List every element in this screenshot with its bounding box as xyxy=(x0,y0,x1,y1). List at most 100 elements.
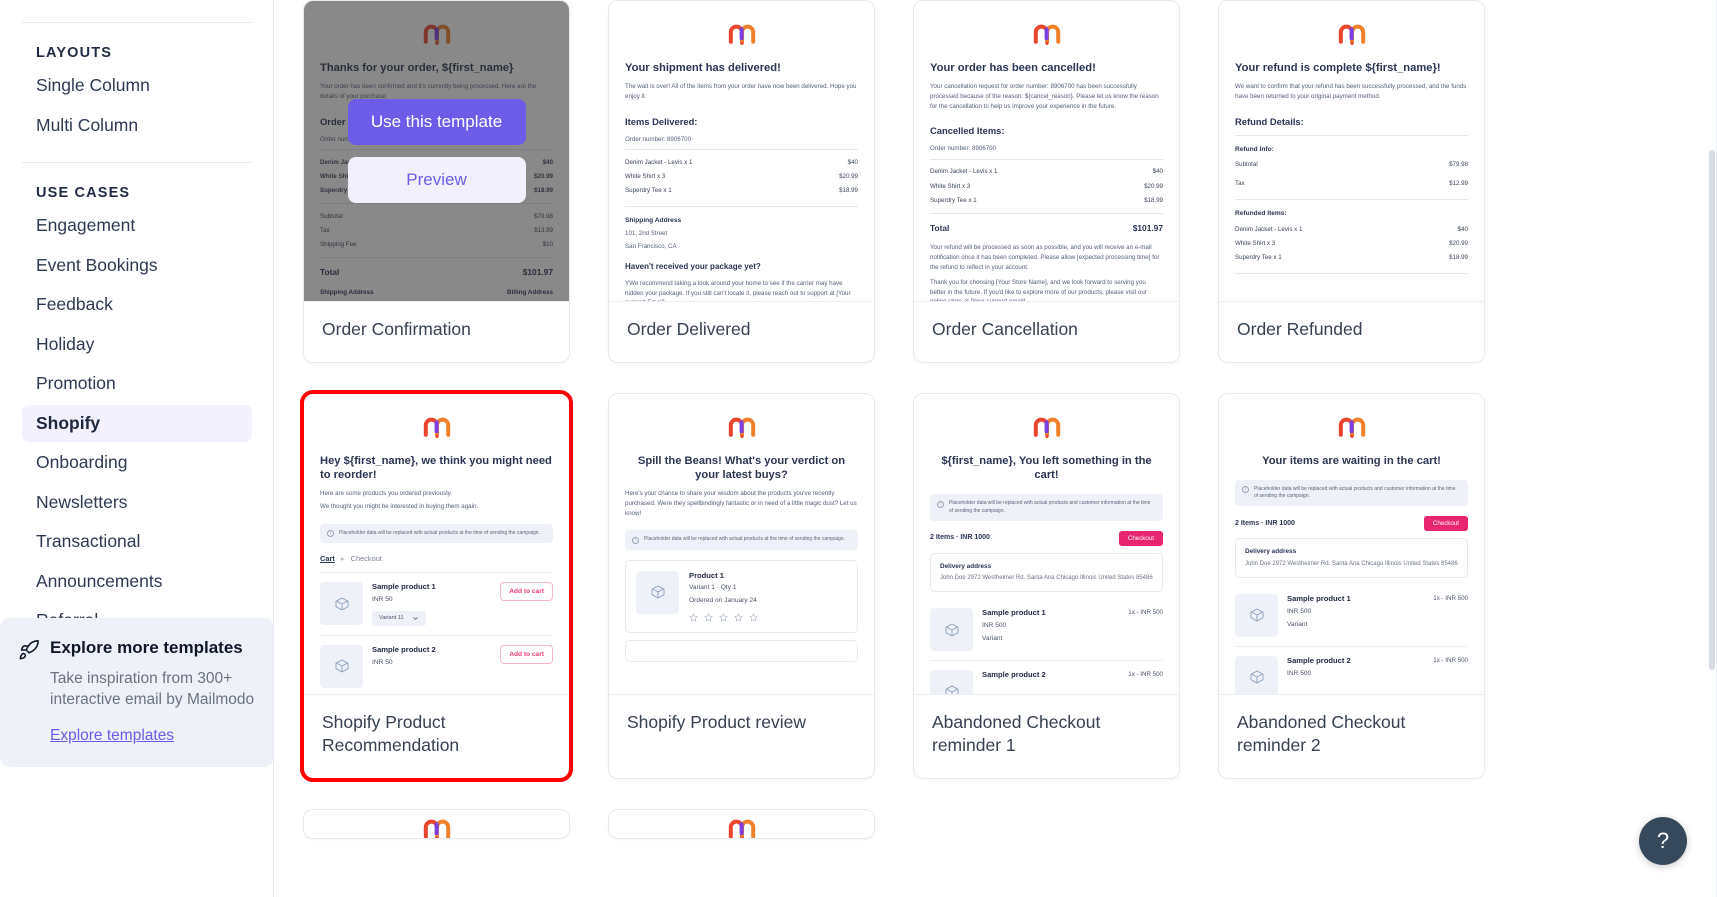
sidebar-item-newsletters[interactable]: Newsletters xyxy=(22,484,252,522)
total-value: $12.99 xyxy=(1449,180,1468,188)
template-hover-overlay: Use this template Preview xyxy=(304,1,569,301)
template-card-order-cancellation[interactable]: Your order has been cancelled! Your canc… xyxy=(913,0,1180,363)
star-icon[interactable] xyxy=(749,613,758,622)
breadcrumb-checkout[interactable]: Checkout xyxy=(351,554,382,563)
item-name: Superdry Tee x 1 xyxy=(930,196,977,204)
template-card-title: Order Cancellation xyxy=(914,301,1179,362)
email-preview: ${first_name}, You left something in the… xyxy=(914,394,1179,694)
vertical-scrollbar[interactable] xyxy=(1709,150,1715,670)
sidebar-item-event-bookings[interactable]: Event Bookings xyxy=(22,247,252,285)
product-image-placeholder xyxy=(930,670,973,694)
product-info: Sample product 2 xyxy=(982,670,1119,680)
item-name: Superdry Tee x 1 xyxy=(625,187,672,195)
sidebar-item-onboarding[interactable]: Onboarding xyxy=(22,444,252,482)
email-body: We want to confirm that your refund has … xyxy=(1235,83,1467,100)
grand-total-label: Total xyxy=(930,222,950,233)
cart-summary-row: 2 Items · INR 1000 Checkout xyxy=(930,530,1163,546)
product-price: INR 500 xyxy=(1287,670,1312,678)
sidebar-divider-1 xyxy=(22,22,252,23)
email-grand-total: Total $101.97 xyxy=(930,219,1163,238)
divider xyxy=(1235,199,1468,201)
template-card-order-refunded[interactable]: Your refund is complete ${first_name}! W… xyxy=(1218,0,1485,363)
shipping-line-1: 101, 2nd Street xyxy=(625,230,668,238)
product-qty-price: 1x - INR 500 xyxy=(1433,594,1468,602)
template-card-partial-2[interactable] xyxy=(608,808,875,839)
variant-dropdown[interactable]: Variant 11 xyxy=(372,611,426,626)
grand-total-value: $101.97 xyxy=(1132,222,1163,233)
template-card-shopify-product-review[interactable]: Spill the Beans! What's your verdict on … xyxy=(608,392,875,779)
sidebar-item-promotion[interactable]: Promotion xyxy=(22,365,252,403)
product-row: Sample product 1 INR 500 Variant 1x - IN… xyxy=(930,599,1163,660)
template-card-order-confirmation[interactable]: Thanks for your order, ${first_name} You… xyxy=(303,0,570,363)
use-this-template-button[interactable]: Use this template xyxy=(347,99,526,145)
sidebar-item-announcements[interactable]: Announcements xyxy=(22,563,252,601)
product-qty-price: 1x - INR 500 xyxy=(1128,609,1163,617)
email-heading: Hey ${first_name}, we think you might ne… xyxy=(320,454,552,481)
explore-title: Explore more templates xyxy=(50,638,243,658)
add-to-cart-button[interactable]: Add to cart xyxy=(500,582,553,602)
breadcrumb-cart[interactable]: Cart xyxy=(320,554,335,563)
divider xyxy=(1235,134,1468,136)
email-preview: Your order has been cancelled! Your canc… xyxy=(914,1,1179,301)
package-icon xyxy=(1250,608,1263,622)
placeholder-note-text: Placeholder data will be replaced with a… xyxy=(1254,485,1456,500)
email-item-row: Denim Jacket - Levis x 1 $40 xyxy=(930,165,1163,179)
email-footer: Your refund will be processed as soon as… xyxy=(930,244,1160,271)
sidebar-item-shopify[interactable]: Shopify xyxy=(22,404,252,442)
template-card-abandoned-checkout-reminder-2[interactable]: Your items are waiting in the cart! i Pl… xyxy=(1218,392,1485,779)
template-card-partial-1[interactable] xyxy=(303,808,570,839)
mailmodo-logo-icon xyxy=(728,417,755,438)
preview-button[interactable]: Preview xyxy=(347,157,526,203)
template-card-shopify-product-recommendation[interactable]: Hey ${first_name}, we think you might ne… xyxy=(300,389,573,782)
review-product-box: Product 1 Variant 1 · Qty 1 Ordered on J… xyxy=(625,559,858,633)
shipping-address-title: Shipping Address xyxy=(625,217,682,225)
sidebar-item-holiday[interactable]: Holiday xyxy=(22,326,252,364)
star-icon[interactable] xyxy=(689,613,698,622)
sidebar-item-multi-column[interactable]: Multi Column xyxy=(22,107,252,145)
sidebar-item-engagement[interactable]: Engagement xyxy=(22,207,252,245)
star-icon[interactable] xyxy=(704,613,713,622)
item-name: White Shirt x 3 xyxy=(625,173,666,181)
sidebar-item-feedback[interactable]: Feedback xyxy=(22,286,252,324)
mailmodo-logo-icon xyxy=(423,417,450,438)
product-row: Sample product 1 INR 500 Variant 1x - IN… xyxy=(1235,585,1468,646)
info-icon: i xyxy=(327,530,334,537)
email-item-row: Denim Jacket - Levis x 1 $40 xyxy=(1235,222,1468,236)
product-image-placeholder xyxy=(636,570,679,614)
help-button[interactable]: ? xyxy=(1639,817,1687,865)
product-row: Sample product 1 INR 50 Variant 11 Add t… xyxy=(320,572,553,635)
email-heading: Your refund is complete ${first_name}! xyxy=(1235,62,1441,74)
product-price: INR 500 xyxy=(1287,608,1312,616)
email-heading: Spill the Beans! What's your verdict on … xyxy=(637,454,846,481)
total-value: $79.98 xyxy=(1449,161,1468,169)
checkout-button[interactable]: Checkout xyxy=(1423,516,1468,532)
template-card-order-delivered[interactable]: Your shipment has delivered! The wait is… xyxy=(608,0,875,363)
email-item-row: Superdry Tee x 1 $18.99 xyxy=(1235,251,1468,265)
email-subheading: Haven't received your package yet? xyxy=(625,262,761,272)
package-icon xyxy=(1250,670,1263,684)
product-name: Product 1 xyxy=(689,570,725,580)
total-label: Subtotal xyxy=(1235,161,1258,169)
star-rating[interactable] xyxy=(689,613,847,622)
info-icon: i xyxy=(632,536,639,544)
sidebar-item-transactional[interactable]: Transactional xyxy=(22,523,252,561)
explore-templates-link[interactable]: Explore templates xyxy=(50,727,174,745)
email-preview: Your shipment has delivered! The wait is… xyxy=(609,1,874,301)
email-total-row: Subtotal $79.98 xyxy=(1235,158,1468,172)
product-meta-1: Variant 1 · Qty 1 xyxy=(689,584,737,592)
checkout-button[interactable]: Checkout xyxy=(1118,530,1163,546)
mailmodo-logo-icon xyxy=(1033,417,1060,438)
sidebar-item-single-column[interactable]: Single Column xyxy=(22,67,252,105)
item-price: $18.99 xyxy=(1449,254,1468,262)
star-icon[interactable] xyxy=(719,613,728,622)
chevron-right-icon: ▸ xyxy=(340,554,345,563)
template-card-title: Order Confirmation xyxy=(304,301,569,362)
email-item-row: White Shirt x 3 $20.99 xyxy=(1235,236,1468,250)
star-icon[interactable] xyxy=(734,613,743,622)
sidebar-group-title-layouts: LAYOUTS xyxy=(36,45,113,61)
item-name: White Shirt x 3 xyxy=(930,182,971,190)
review-product-info: Product 1 Variant 1 · Qty 1 Ordered on J… xyxy=(689,571,847,622)
explore-subtitle: Take inspiration from 300+ interactive e… xyxy=(50,670,255,709)
template-card-abandoned-checkout-reminder-1[interactable]: ${first_name}, You left something in the… xyxy=(913,392,1180,779)
add-to-cart-button[interactable]: Add to cart xyxy=(500,644,553,664)
